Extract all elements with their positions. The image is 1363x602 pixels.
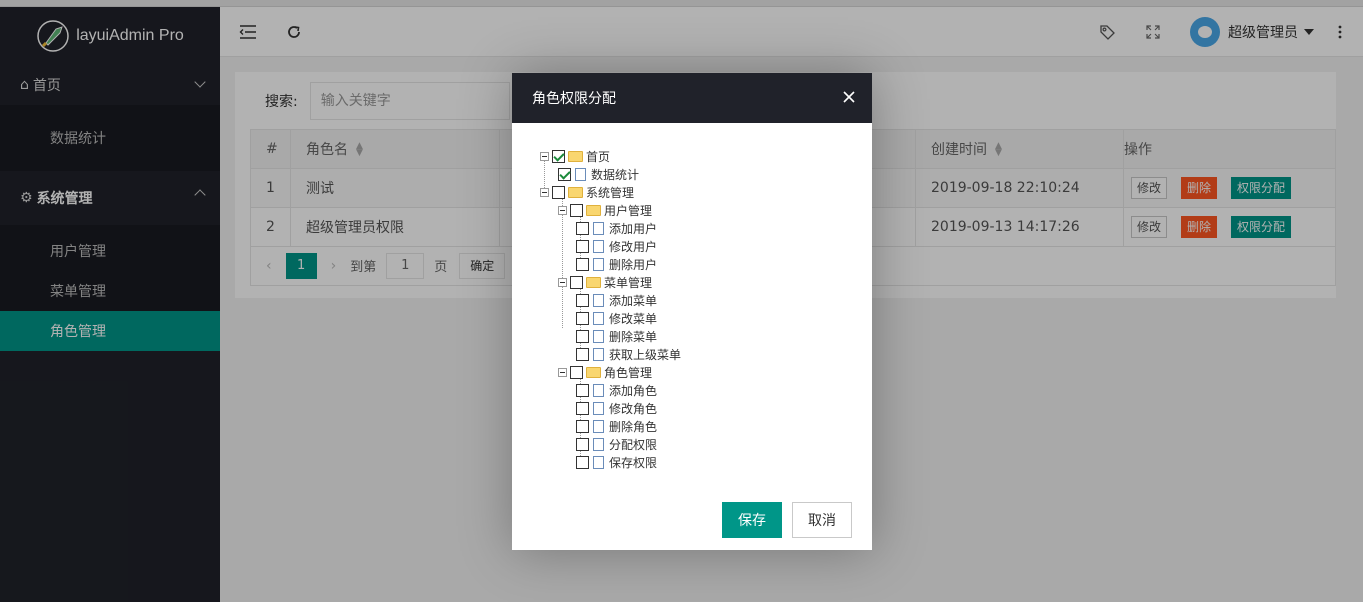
checkbox[interactable]: [576, 401, 589, 415]
tree-node-leaf: 删除菜单: [540, 327, 681, 345]
checkbox[interactable]: [576, 347, 589, 361]
collapse-toggle-icon[interactable]: [558, 205, 567, 215]
file-icon: [593, 329, 604, 343]
folder-icon: [568, 150, 583, 162]
tree-label[interactable]: 添加菜单: [609, 292, 657, 309]
role-permission-dialog: 角色权限分配 首页 数据统计 系统管理 用户管理 添加用户 修改用户 删除用户 …: [512, 73, 872, 550]
cancel-button[interactable]: 取消: [792, 502, 852, 538]
checkbox[interactable]: [576, 383, 589, 397]
file-icon: [593, 455, 604, 469]
file-icon: [593, 239, 604, 253]
tree-node-role-mgmt: 角色管理: [540, 363, 681, 381]
tree-label[interactable]: 角色管理: [604, 364, 652, 381]
tree-node-system: 系统管理: [540, 183, 681, 201]
checkbox[interactable]: [576, 239, 589, 253]
checkbox[interactable]: [576, 311, 589, 325]
tree-node-leaf: 添加用户: [540, 219, 681, 237]
file-icon: [575, 167, 586, 181]
file-icon: [593, 347, 604, 361]
checkbox[interactable]: [576, 293, 589, 307]
checkbox[interactable]: [576, 329, 589, 343]
tree-label[interactable]: 添加用户: [609, 220, 657, 237]
permission-tree: 首页 数据统计 系统管理 用户管理 添加用户 修改用户 删除用户 菜单管理 添加…: [540, 147, 681, 471]
tree-label[interactable]: 数据统计: [591, 166, 639, 183]
checkbox[interactable]: [576, 257, 589, 271]
tree-node-leaf: 删除角色: [540, 417, 681, 435]
checkbox[interactable]: [570, 365, 583, 379]
tree-node-leaf: 修改用户: [540, 237, 681, 255]
file-icon: [593, 293, 604, 307]
tree-node-menu-mgmt: 菜单管理: [540, 273, 681, 291]
tree-node-leaf: 分配权限: [540, 435, 681, 453]
collapse-toggle-icon[interactable]: [558, 277, 567, 287]
checkbox[interactable]: [552, 185, 565, 199]
tree-node-stats: 数据统计: [540, 165, 681, 183]
folder-icon: [586, 204, 601, 216]
tree-node-leaf: 修改菜单: [540, 309, 681, 327]
file-icon: [593, 311, 604, 325]
tree-label[interactable]: 保存权限: [609, 454, 657, 471]
file-icon: [593, 401, 604, 415]
tree-label[interactable]: 添加角色: [609, 382, 657, 399]
tree-node-leaf: 添加菜单: [540, 291, 681, 309]
tree-node-leaf: 删除用户: [540, 255, 681, 273]
tree-label[interactable]: 删除角色: [609, 418, 657, 435]
tree-node-leaf: 修改角色: [540, 399, 681, 417]
checkbox[interactable]: [570, 275, 583, 289]
tree-node-leaf: 获取上级菜单: [540, 345, 681, 363]
tree-label[interactable]: 获取上级菜单: [609, 346, 681, 363]
checkbox[interactable]: [576, 419, 589, 433]
tree-label[interactable]: 修改菜单: [609, 310, 657, 327]
tree-label[interactable]: 系统管理: [586, 184, 634, 201]
tree-label[interactable]: 菜单管理: [604, 274, 652, 291]
dialog-header: 角色权限分配: [512, 73, 872, 123]
checkbox[interactable]: [570, 203, 583, 217]
tree-label[interactable]: 首页: [586, 148, 610, 165]
tree-node-user-mgmt: 用户管理: [540, 201, 681, 219]
dialog-title: 角色权限分配: [532, 91, 616, 107]
file-icon: [593, 419, 604, 433]
tree-node-leaf: 保存权限: [540, 453, 681, 471]
tree-node-home: 首页: [540, 147, 681, 165]
file-icon: [593, 437, 604, 451]
tree-label[interactable]: 删除菜单: [609, 328, 657, 345]
folder-icon: [586, 276, 601, 288]
tree-node-leaf: 添加角色: [540, 381, 681, 399]
checkbox-checked[interactable]: [558, 167, 571, 181]
tree-label[interactable]: 分配权限: [609, 436, 657, 453]
checkbox-checked[interactable]: [552, 149, 565, 163]
save-button[interactable]: 保存: [722, 502, 782, 538]
tree-label[interactable]: 修改角色: [609, 400, 657, 417]
folder-icon: [568, 186, 583, 198]
file-icon: [593, 257, 604, 271]
checkbox[interactable]: [576, 221, 589, 235]
collapse-toggle-icon[interactable]: [540, 187, 549, 197]
collapse-toggle-icon[interactable]: [558, 367, 567, 377]
folder-icon: [586, 366, 601, 378]
checkbox[interactable]: [576, 455, 589, 469]
tree-label[interactable]: 删除用户: [609, 256, 657, 273]
collapse-toggle-icon[interactable]: [540, 151, 549, 161]
checkbox[interactable]: [576, 437, 589, 451]
tree-label[interactable]: 用户管理: [604, 202, 652, 219]
file-icon: [593, 221, 604, 235]
close-icon[interactable]: [840, 88, 858, 106]
file-icon: [593, 383, 604, 397]
tree-label[interactable]: 修改用户: [609, 238, 657, 255]
